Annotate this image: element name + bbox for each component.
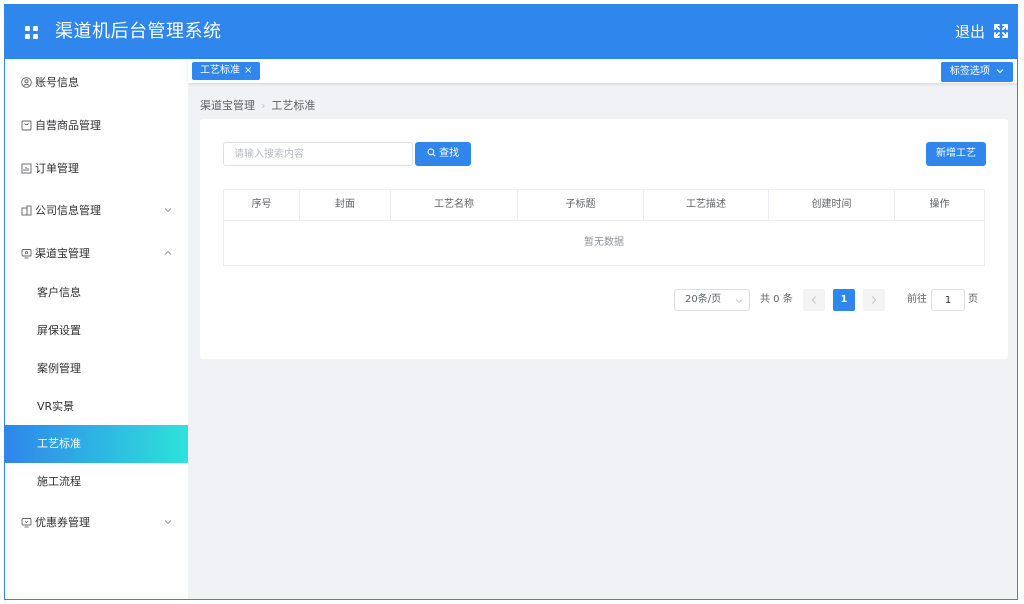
tag-process-standard[interactable]: 工艺标准 × <box>192 62 261 80</box>
sidebar-item-products[interactable]: 自营商品管理 <box>5 107 188 145</box>
column-header: 序号 <box>224 190 300 220</box>
column-header: 创建时间 <box>769 190 895 220</box>
monitor-icon <box>21 249 32 259</box>
building-icon <box>21 205 32 216</box>
prev-page-button[interactable] <box>803 289 825 311</box>
goto-page-input[interactable] <box>931 289 965 311</box>
sidebar-subitem-label: VR实景 <box>37 400 75 413</box>
sidebar-item-label: 公司信息管理 <box>35 204 101 217</box>
sidebar-subitem-label: 工艺标准 <box>37 437 81 450</box>
search-button[interactable]: 查找 <box>415 142 471 166</box>
main-content: 工艺标准 × 标签选项 渠道宝管理 › 工艺标准 查找 新增工艺 <box>188 59 1017 599</box>
chevron-left-icon <box>811 296 816 304</box>
next-page-button[interactable] <box>863 289 885 311</box>
sidebar-item-coupons[interactable]: 优惠券管理 <box>5 504 188 542</box>
chevron-down-icon <box>164 520 172 525</box>
sidebar-subitem-vr[interactable]: VR实景 <box>5 388 188 426</box>
chevron-down-icon <box>735 299 743 304</box>
column-header: 子标题 <box>518 190 644 220</box>
pagination: 20条/页 共 0 条 1 前往 1 页 <box>200 289 1008 311</box>
sidebar-item-orders[interactable]: 订单管理 <box>5 150 188 188</box>
chevron-right-icon <box>872 296 877 304</box>
page-size-value: 20条/页 <box>685 294 722 305</box>
sidebar-item-label: 自营商品管理 <box>35 119 101 132</box>
grid-menu-icon[interactable] <box>25 26 38 39</box>
top-header: 渠道机后台管理系统 退出 <box>5 5 1017 59</box>
column-header: 操作 <box>929 199 950 210</box>
app-title: 渠道机后台管理系统 <box>55 21 222 42</box>
sidebar-item-channel[interactable]: 渠道宝管理 <box>5 235 188 273</box>
sidebar-item-label: 渠道宝管理 <box>35 247 90 260</box>
user-circle-icon <box>21 77 32 88</box>
sidebar-subitem-process-standard[interactable]: 工艺标准 <box>5 425 188 463</box>
search-icon <box>427 148 436 157</box>
coupon-monitor-icon <box>21 518 32 528</box>
sidebar-subitem-label: 案例管理 <box>37 362 81 375</box>
chevron-up-icon <box>164 250 172 255</box>
shopping-bag-icon <box>21 120 32 131</box>
sidebar-subitem-customers[interactable]: 客户信息 <box>5 274 188 312</box>
fullscreen-icon[interactable] <box>993 23 1009 39</box>
process-table: 序号 封面 工艺名称 子标题 工艺描述 创建时间 操作 暂无数据 <box>223 189 985 266</box>
add-process-button[interactable]: 新增工艺 <box>926 142 986 166</box>
order-chart-icon <box>21 163 32 174</box>
sidebar-subitem-construction-flow[interactable]: 施工流程 <box>5 463 188 501</box>
close-icon[interactable]: × <box>244 65 252 76</box>
breadcrumb: 渠道宝管理 › 工艺标准 <box>200 99 315 113</box>
logout-button[interactable]: 退出 <box>955 21 985 43</box>
sidebar-subitem-label: 客户信息 <box>37 286 81 299</box>
column-header: 工艺描述 <box>644 190 769 220</box>
chevron-down-icon <box>164 208 172 213</box>
sidebar-item-label: 订单管理 <box>35 162 79 175</box>
sidebar-subitem-screensaver[interactable]: 屏保设置 <box>5 312 188 350</box>
page-size-select[interactable]: 20条/页 <box>674 289 750 311</box>
table-empty-text: 暂无数据 <box>584 237 624 248</box>
column-header: 工艺名称 <box>391 190 518 220</box>
breadcrumb-separator: › <box>261 99 266 112</box>
goto-label: 前往 <box>907 294 927 305</box>
tag-options-label: 标签选项 <box>949 66 990 77</box>
breadcrumb-current: 工艺标准 <box>271 99 316 112</box>
sidebar-item-label: 优惠券管理 <box>35 516 90 529</box>
breadcrumb-parent[interactable]: 渠道宝管理 <box>200 99 255 112</box>
content-card: 查找 新增工艺 序号 封面 工艺名称 子标题 工艺描述 创建时间 操作 暂无数据… <box>200 119 1008 359</box>
sidebar-subitem-label: 施工流程 <box>37 475 81 488</box>
tag-label: 工艺标准 <box>200 65 240 76</box>
sidebar-item-company[interactable]: 公司信息管理 <box>5 192 188 230</box>
page-number-current[interactable]: 1 <box>833 289 855 311</box>
sidebar-subitem-cases[interactable]: 案例管理 <box>5 350 188 388</box>
sidebar-item-label: 账号信息 <box>35 76 79 89</box>
sidebar: 账号信息 自营商品管理 订单管理 公司信息管理 渠道宝管理 客户信息 屏保设置 … <box>5 59 188 599</box>
table-header: 序号 封面 工艺名称 子标题 工艺描述 创建时间 操作 <box>224 190 984 221</box>
tag-options-button[interactable]: 标签选项 <box>941 62 1013 82</box>
app-window: 渠道机后台管理系统 退出 账号信息 自营商品管理 订单管理 公司信息管理 渠道宝… <box>4 4 1018 600</box>
search-button-label: 查找 <box>439 148 459 159</box>
sidebar-subitem-label: 屏保设置 <box>37 324 81 337</box>
tags-bar: 工艺标准 × 标签选项 <box>188 59 1017 83</box>
total-count: 共 0 条 <box>760 294 793 305</box>
chevron-down-icon <box>996 69 1004 74</box>
column-header: 封面 <box>300 190 391 220</box>
page-unit-label: 页 <box>968 294 978 305</box>
search-input[interactable] <box>223 142 413 166</box>
sidebar-item-account[interactable]: 账号信息 <box>5 64 188 102</box>
